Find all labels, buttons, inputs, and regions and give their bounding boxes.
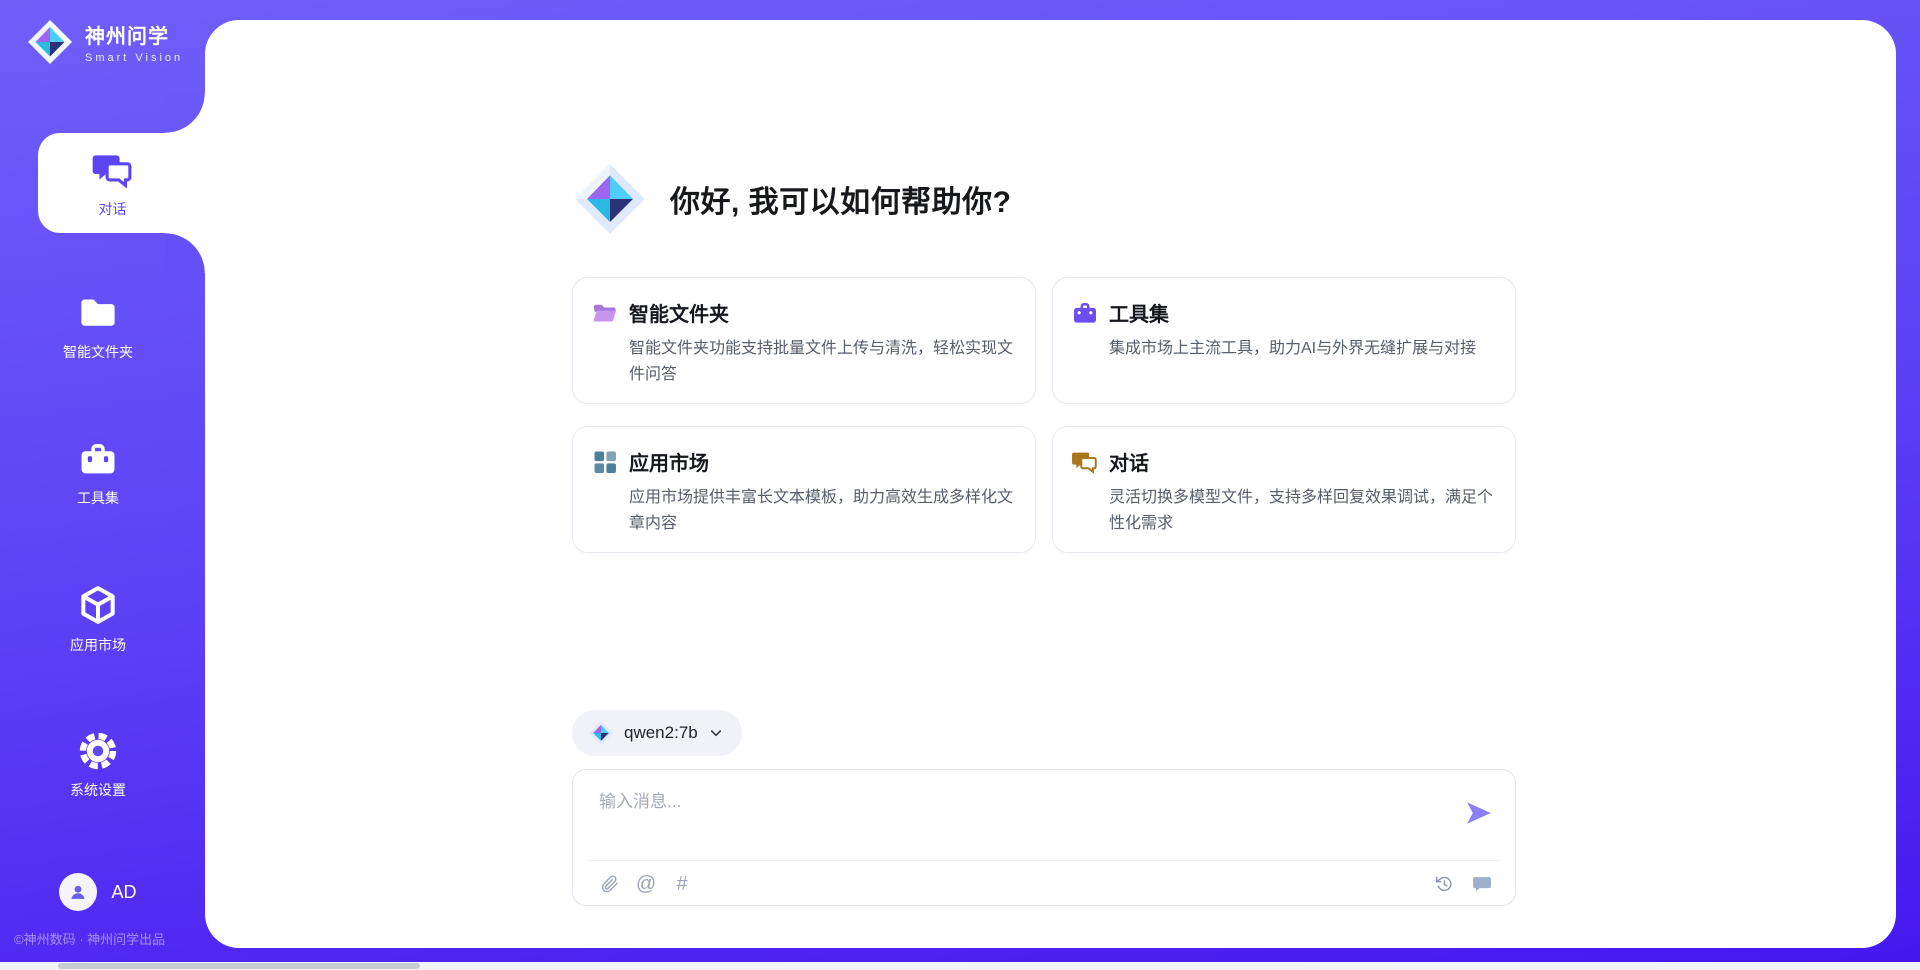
card-smart-folders[interactable]: 智能文件夹 智能文件夹功能支持批量文件上传与清洗，轻松实现文件问答 — [572, 277, 1036, 404]
attachment-button[interactable] — [597, 871, 623, 897]
sidebar-item-label: 对话 — [99, 199, 127, 219]
sidebar-footer: ©神州数码 · 神州问学出品 — [14, 929, 165, 948]
main-content: 你好, 我可以如何帮助你? 智能文件夹 智能文件夹功能支持批量文件上传与清洗，轻… — [205, 20, 1896, 948]
assistant-logo-icon — [572, 161, 648, 237]
sidebar-item-toolset[interactable]: 工具集 — [0, 438, 196, 508]
brand-logo-icon — [26, 18, 74, 66]
model-logo-icon — [588, 720, 614, 746]
hashtag-button[interactable]: # — [669, 871, 695, 897]
model-selector[interactable]: qwen2:7b — [572, 710, 742, 756]
card-app-market[interactable]: 应用市场 应用市场提供丰富长文本模板，助力高效生成多样化文章内容 — [572, 426, 1036, 553]
sidebar-item-label: 应用市场 — [70, 635, 126, 655]
card-title: 工具集 — [1109, 298, 1169, 327]
sidebar-item-label: 系统设置 — [70, 780, 126, 800]
composer-toolbar: @ # — [573, 861, 1515, 906]
scrollbar-thumb[interactable] — [58, 963, 420, 969]
card-description: 应用市场提供丰富长文本模板，助力高效生成多样化文章内容 — [629, 485, 1013, 536]
chat-icon — [1071, 448, 1099, 476]
card-chat[interactable]: 对话 灵活切换多模型文件，支持多样回复效果调试，满足个性化需求 — [1052, 426, 1516, 553]
sidebar-item-chat[interactable]: 对话 — [38, 133, 205, 233]
cube-icon — [76, 583, 120, 627]
card-title: 对话 — [1109, 447, 1149, 476]
card-title: 应用市场 — [629, 447, 709, 476]
sidebar-item-label: 智能文件夹 — [63, 342, 133, 362]
folder-open-icon — [591, 299, 619, 327]
composer: @ # — [572, 769, 1516, 906]
gear-icon — [77, 730, 119, 772]
card-description: 智能文件夹功能支持批量文件上传与清洗，轻松实现文件问答 — [629, 336, 1013, 387]
card-description: 灵活切换多模型文件，支持多样回复效果调试，满足个性化需求 — [1109, 485, 1493, 536]
card-description: 集成市场上主流工具，助力AI与外界无缝扩展与对接 — [1109, 336, 1493, 362]
feedback-button[interactable] — [1469, 871, 1495, 897]
model-name: qwen2:7b — [624, 723, 698, 743]
brand-subtitle: Smart Vision — [85, 52, 183, 64]
app: 神州问学 Smart Vision 对话 智能文件夹 — [0, 0, 1920, 970]
sidebar-item-settings[interactable]: 系统设置 — [0, 730, 196, 800]
avatar — [59, 873, 97, 911]
mention-button[interactable]: @ — [633, 871, 659, 897]
chat-icon — [91, 148, 135, 192]
sidebar-item-smart-folders[interactable]: 智能文件夹 — [0, 292, 196, 362]
briefcase-icon — [77, 438, 119, 480]
message-input[interactable] — [597, 784, 1417, 820]
user-icon — [67, 881, 89, 903]
briefcase-icon — [1071, 299, 1099, 327]
greeting: 你好, 我可以如何帮助你? — [572, 161, 1012, 237]
user-chip[interactable]: AD — [0, 873, 196, 911]
mention-icon: @ — [636, 874, 656, 894]
brand: 神州问学 Smart Vision — [26, 18, 183, 66]
card-title: 智能文件夹 — [629, 298, 729, 327]
send-button[interactable] — [1463, 798, 1495, 830]
greeting-title: 你好, 我可以如何帮助你? — [670, 177, 1012, 221]
app-grid-icon — [591, 448, 619, 476]
chevron-down-icon — [708, 725, 724, 741]
attachment-icon — [600, 874, 620, 894]
horizontal-scrollbar[interactable] — [0, 962, 1920, 970]
feature-cards: 智能文件夹 智能文件夹功能支持批量文件上传与清洗，轻松实现文件问答 工具集 集成… — [572, 277, 1516, 553]
card-toolset[interactable]: 工具集 集成市场上主流工具，助力AI与外界无缝扩展与对接 — [1052, 277, 1516, 404]
history-icon — [1434, 874, 1454, 894]
user-name: AD — [111, 882, 136, 903]
folder-icon — [77, 292, 119, 334]
send-icon — [1464, 798, 1494, 828]
feedback-bubble-icon — [1471, 873, 1493, 895]
sidebar-item-app-market[interactable]: 应用市场 — [0, 583, 196, 655]
brand-title: 神州问学 — [85, 20, 183, 49]
history-button[interactable] — [1431, 871, 1457, 897]
sidebar: 神州问学 Smart Vision 对话 智能文件夹 — [0, 0, 205, 970]
sidebar-item-label: 工具集 — [77, 488, 119, 508]
hashtag-icon: # — [676, 874, 687, 894]
